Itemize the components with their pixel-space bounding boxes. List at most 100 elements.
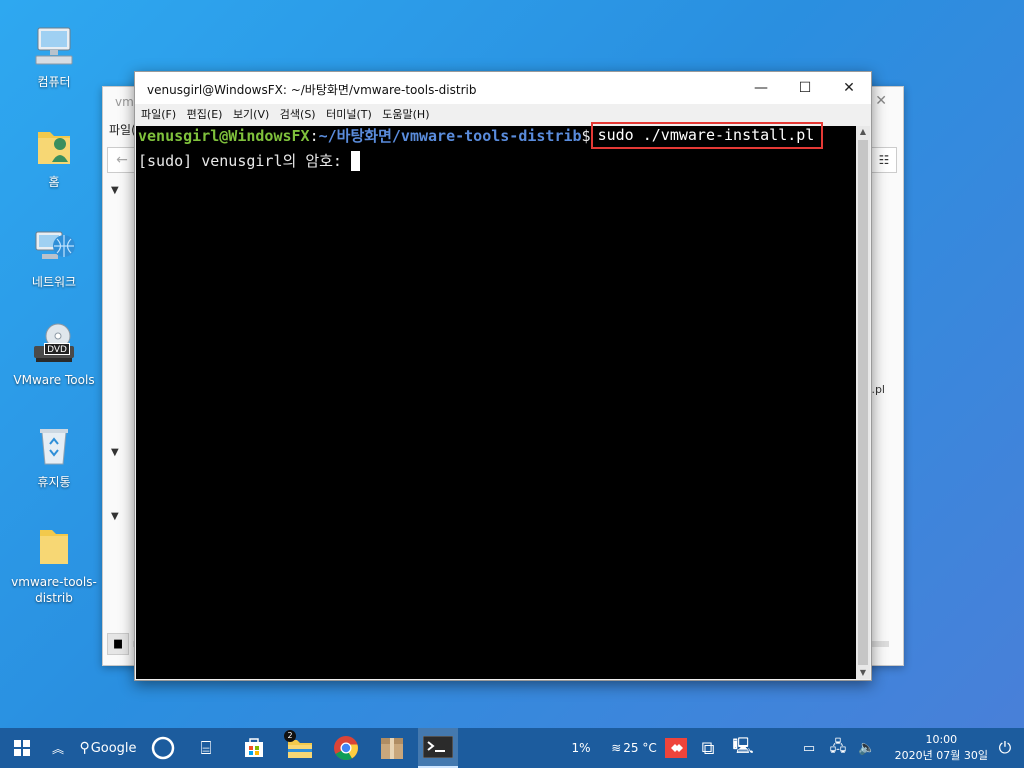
store-icon <box>245 738 263 757</box>
dvd-drive-icon: DVD <box>30 320 78 368</box>
start-button[interactable] <box>0 728 44 768</box>
password-prompt: [sudo] venusgirl의 암호: <box>138 152 351 170</box>
password-line: [sudo] venusgirl의 암호: <box>138 151 360 171</box>
desktop-icon-network[interactable]: 네트워크 <box>6 222 102 290</box>
desktop-icon-label: VMware Tools <box>13 373 95 387</box>
folder-icon <box>30 522 78 570</box>
cortana-button[interactable] <box>146 728 180 768</box>
terminal-titlebar[interactable]: venusgirl@WindowsFX: ~/바탕화면/vmware-tools… <box>135 72 871 104</box>
text-cursor <box>351 151 360 171</box>
prompt-line: venusgirl@WindowsFX:~/바탕화면/vmware-tools-… <box>138 122 824 149</box>
fog-icon: ≋ <box>611 741 622 755</box>
notification-badge: 2 <box>284 730 296 742</box>
clock-date: 2020년 07월 30일 <box>894 749 988 762</box>
desktop-icon-label: 휴지통 <box>37 475 71 489</box>
prompt-separator: : <box>309 127 319 145</box>
file-manager-title: vm <box>115 95 134 109</box>
scroll-down-icon[interactable]: ▼ <box>856 667 870 679</box>
display-tray-button[interactable]: 🖳 <box>728 728 758 768</box>
package-icon <box>381 738 403 759</box>
desktop-icon-label: 네트워크 <box>31 275 77 289</box>
search-icon: ⚲ <box>79 740 90 756</box>
menu-search[interactable]: 검색(S) <box>280 104 316 126</box>
chevron-down-icon[interactable]: ▼ <box>111 511 119 522</box>
store-button[interactable] <box>234 728 274 768</box>
computer-icon <box>30 22 78 70</box>
archive-manager-button[interactable] <box>372 728 412 768</box>
windows-logo-icon <box>14 740 30 756</box>
search-label: Google <box>90 740 137 756</box>
google-search-button[interactable]: ⚲ Google <box>76 728 140 768</box>
desktop-icon-vmware-tools-distrib[interactable]: vmware-tools-distrib <box>6 522 102 606</box>
remote-tray-button[interactable]: ⧉ <box>694 728 722 768</box>
desktop-icon-label: 홈 <box>48 175 60 189</box>
menu-terminal[interactable]: 터미널(T) <box>326 104 372 126</box>
network-icon <box>30 222 78 270</box>
show-hidden-icons-button[interactable]: ︽ <box>46 728 70 768</box>
grid-icon: ☷ <box>878 153 890 167</box>
folder-status-icon: ▆ <box>107 633 129 655</box>
scroll-up-icon[interactable]: ▲ <box>856 126 870 138</box>
home-folder-icon <box>30 122 78 170</box>
task-view-button[interactable]: ⌸ <box>188 728 224 768</box>
taskbar: ︽ ⚲ Google ⌸ 2 1% ≋ 25 °C ⧉ 🖳 ▭ 🖧 🔈 10:0… <box>0 728 1024 768</box>
minimize-icon: — <box>754 80 768 96</box>
cpu-usage-value: 1% <box>571 741 591 755</box>
network-icon: 🖧 <box>829 736 847 755</box>
display-icon: 🖳 <box>732 735 754 755</box>
terminal-title: venusgirl@WindowsFX: ~/바탕화면/vmware-tools… <box>147 83 477 97</box>
file-manager-taskbar-button[interactable]: 2 <box>280 728 320 768</box>
highlighted-command: sudo ./vmware-install.pl <box>590 122 824 149</box>
desktop-icon-home[interactable]: 홈 <box>6 122 102 190</box>
maximize-button[interactable]: ☐ <box>783 72 827 104</box>
minimize-button[interactable]: — <box>739 72 783 104</box>
chevron-down-icon[interactable]: ▼ <box>111 447 119 458</box>
power-icon: ⏻ <box>998 738 1012 757</box>
terminal-icon <box>423 736 453 758</box>
terminal-window[interactable]: venusgirl@WindowsFX: ~/바탕화면/vmware-tools… <box>134 71 872 681</box>
speaker-icon: 🔈 <box>858 740 876 756</box>
maximize-icon: ☐ <box>798 80 812 96</box>
desktop-icon-vmware-tools[interactable]: DVD VMware Tools <box>6 320 102 388</box>
menu-view[interactable]: 보기(V) <box>233 104 269 126</box>
network-tray-button[interactable]: 🖧 <box>826 728 850 768</box>
cpu-usage: 1% <box>566 728 596 768</box>
desktop-icon-computer[interactable]: 컴퓨터 <box>6 22 102 90</box>
drive-tray-button[interactable]: ▭ <box>798 728 820 768</box>
chevron-down-icon[interactable]: ▼ <box>111 185 119 196</box>
close-button[interactable]: ✕ <box>827 72 871 104</box>
volume-tray-button[interactable]: 🔈 <box>854 728 880 768</box>
menu-edit[interactable]: 편집(E) <box>187 104 223 126</box>
circle-icon <box>151 736 175 760</box>
weather-widget[interactable]: ≋ 25 °C <box>606 728 662 768</box>
file-name-partial[interactable]: .pl <box>871 383 885 396</box>
prompt-path: ~/바탕화면/vmware-tools-distrib <box>318 127 582 145</box>
clock-time: 10:00 <box>925 733 958 746</box>
power-button[interactable]: ⏻ <box>992 728 1018 768</box>
chrome-button[interactable] <box>326 728 366 768</box>
anydesk-icon <box>665 738 687 758</box>
arrow-left-icon: ← <box>116 152 128 168</box>
vertical-scrollbar[interactable]: ▲ ▼ <box>856 126 870 679</box>
terminal-screen[interactable]: venusgirl@WindowsFX:~/바탕화면/vmware-tools-… <box>136 122 856 679</box>
clock[interactable]: 10:00 2020년 07월 30일 <box>895 732 988 764</box>
terminal-taskbar-button[interactable] <box>418 728 458 768</box>
desktop-icon-recycle-bin[interactable]: 휴지통 <box>6 422 102 490</box>
back-button[interactable]: ← <box>107 147 137 173</box>
view-options-button[interactable]: ☷ <box>871 147 897 173</box>
remote-desktop-icon: ⧉ <box>701 737 715 759</box>
dvd-badge: DVD <box>44 343 70 355</box>
close-icon[interactable]: ✕ <box>875 93 887 109</box>
task-view-icon: ⌸ <box>200 737 212 759</box>
menu-help[interactable]: 도움말(H) <box>382 104 429 126</box>
desktop-icon-label: vmware-tools-distrib <box>11 575 97 605</box>
anydesk-tray-button[interactable] <box>662 728 690 768</box>
prompt-dollar: $ <box>581 127 591 145</box>
menu-file[interactable]: 파일(F) <box>141 104 176 126</box>
scrollbar-thumb[interactable] <box>858 140 868 665</box>
prompt-user: venusgirl@WindowsFX <box>138 127 310 145</box>
recycle-bin-icon <box>30 422 78 470</box>
desktop-icon-label: 컴퓨터 <box>37 75 71 89</box>
file-manager-menu[interactable]: 파일( <box>109 121 136 138</box>
drive-icon: ▭ <box>802 740 816 756</box>
